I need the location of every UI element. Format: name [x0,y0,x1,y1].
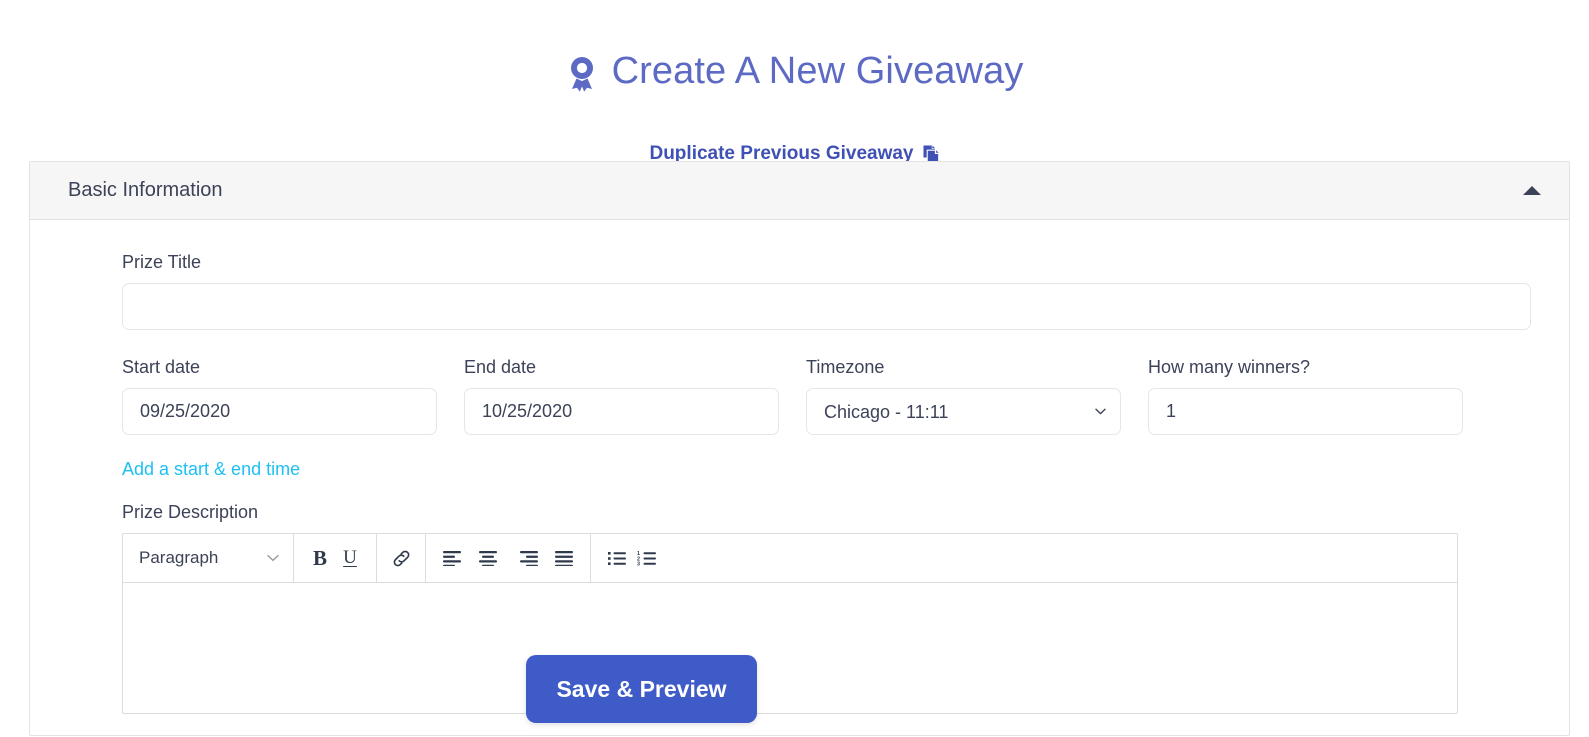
underline-icon[interactable]: U [335,534,376,582]
toolbar-group-link [377,534,426,582]
add-start-end-time-link[interactable]: Add a start & end time [122,459,300,480]
caret-up-icon[interactable] [1523,186,1541,195]
align-center-icon[interactable] [467,534,508,582]
block-format-dropdown[interactable]: Paragraph [123,534,293,582]
toolbar-group-align [426,534,591,582]
timezone-label: Timezone [806,357,885,377]
timezone-select[interactable]: Chicago - 11:11 [806,388,1121,435]
prize-title-input[interactable] [122,283,1531,330]
page-title-text: Create A New Giveaway [611,50,1024,93]
basic-information-header[interactable]: Basic Information [30,162,1569,220]
timezone-select-wrap: Chicago - 11:11 [806,388,1121,435]
start-date-field: Start date [122,357,437,435]
prize-description-label: Prize Description [122,502,259,522]
end-date-label: End date [464,357,537,377]
end-date-input[interactable] [464,388,779,435]
list-ordered-icon[interactable]: 1 2 3 [632,534,673,582]
page-header: Create A New Giveaway Duplicate Previous… [0,0,1589,165]
prize-description-editor-body[interactable] [123,583,1457,713]
toolbar-group-lists: 1 2 3 [591,534,673,582]
bold-icon[interactable]: B [294,534,335,582]
timezone-field: Timezone Chicago - 11:11 [806,357,1121,435]
align-justify-icon[interactable] [549,534,590,582]
prize-description-field: Prize Description Paragraph B U 1 2 3 [122,502,1531,714]
editor-toolbar: Paragraph B U 1 2 3 [123,534,1457,583]
align-right-icon[interactable] [508,534,549,582]
schedule-row: Start date End date Timezone Chicago - 1… [122,357,1531,435]
toolbar-group-format: Paragraph [123,534,294,582]
winners-label: How many winners? [1148,357,1311,377]
block-format-value: Paragraph [139,548,219,567]
svg-text:3: 3 [637,561,640,565]
basic-information-body: Prize Title Start date End date Timezone… [30,220,1569,735]
list-unordered-icon[interactable] [591,534,632,582]
award-ribbon-icon [566,56,598,92]
link-chain-icon[interactable] [377,534,425,582]
winners-field: How many winners? [1148,357,1463,435]
section-title: Basic Information [68,179,223,201]
page-title: Create A New Giveaway [566,51,1024,93]
winners-input[interactable] [1148,388,1463,435]
rich-text-editor: Paragraph B U 1 2 3 [122,533,1458,714]
align-left-icon[interactable] [426,534,467,582]
prize-title-field: Prize Title [122,252,1531,330]
toolbar-group-style: B U [294,534,377,582]
chevron-down-icon [267,554,279,562]
save-and-preview-button[interactable]: Save & Preview [526,655,757,723]
basic-information-card: Basic Information Prize Title Start date… [29,161,1570,736]
prize-title-label: Prize Title [122,252,202,272]
start-date-label: Start date [122,357,201,377]
start-date-input[interactable] [122,388,437,435]
end-date-field: End date [464,357,779,435]
